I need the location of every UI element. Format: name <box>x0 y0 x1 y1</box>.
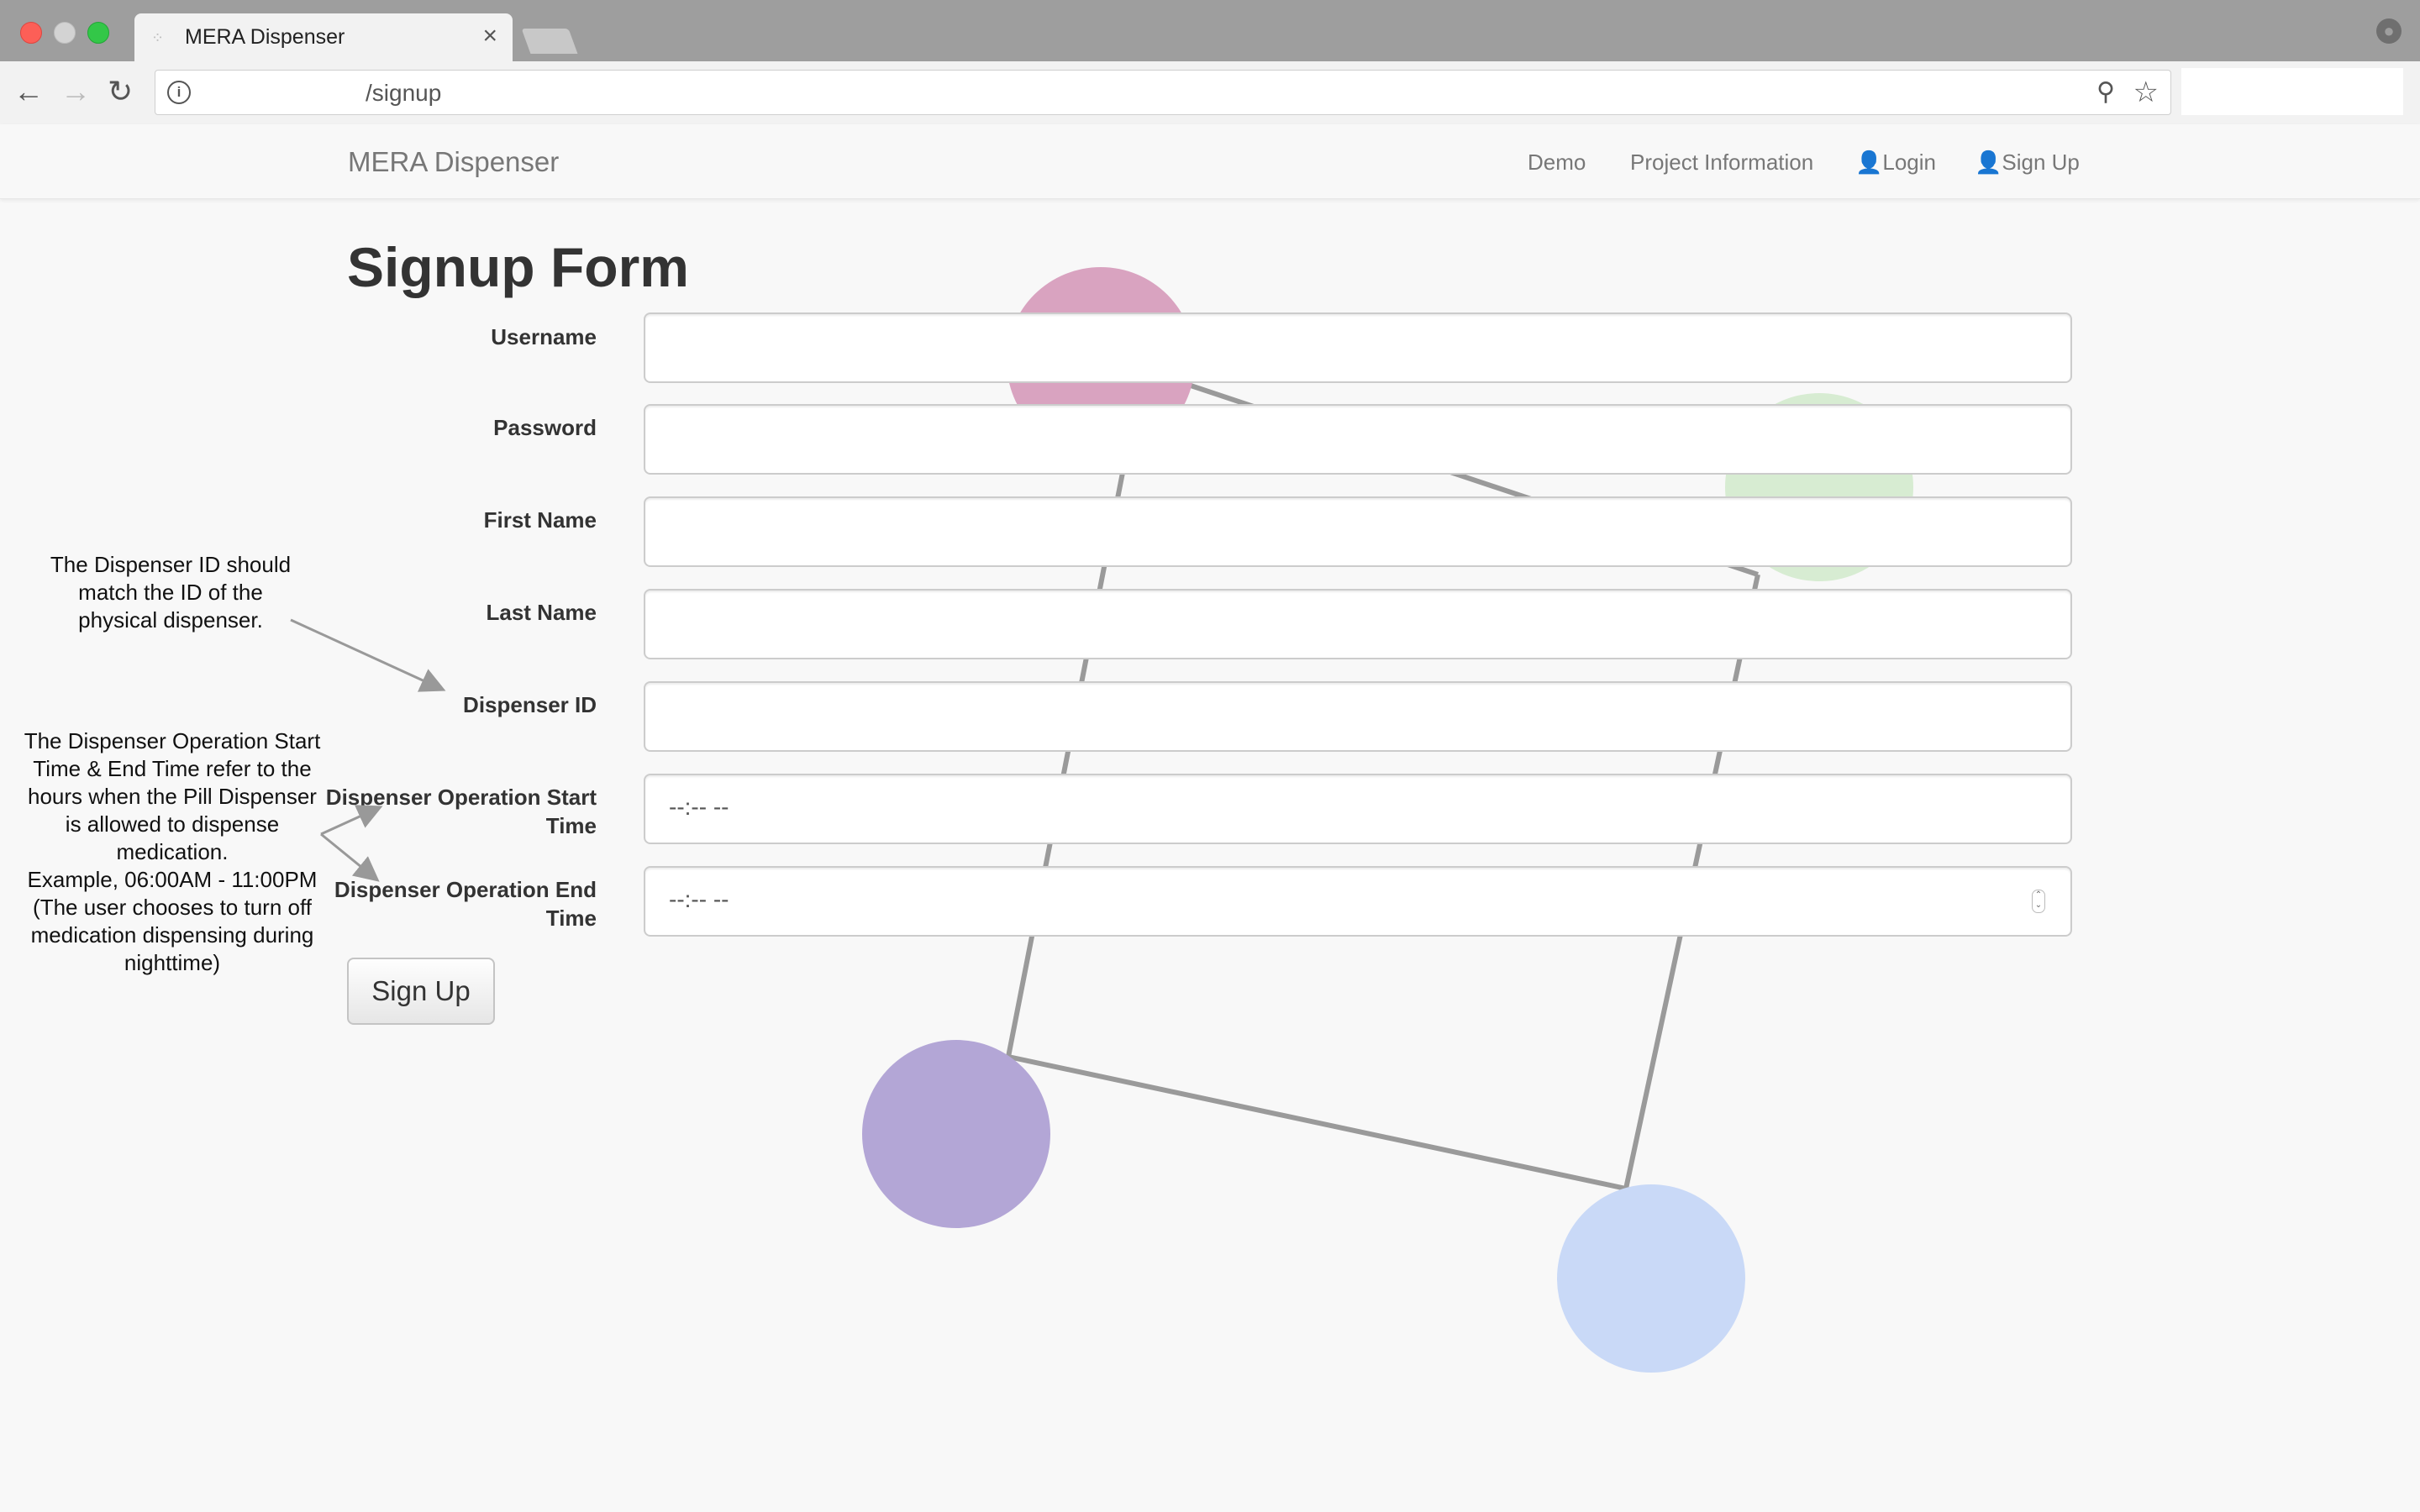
operation-time-annotation: The Dispenser Operation Start Time & End… <box>24 728 321 975</box>
new-tab-button[interactable] <box>521 29 578 54</box>
user-icon: 👤 <box>1855 150 1883 175</box>
start-time-input[interactable]: --:-- -- <box>644 774 2072 844</box>
password-label: Password <box>493 415 597 440</box>
end-time-value: --:-- -- <box>669 886 729 912</box>
extension-area <box>2181 68 2403 115</box>
nav-link-login-label: Login <box>1882 150 1936 175</box>
dispenser-id-label: Dispenser ID <box>463 692 597 717</box>
last-name-input[interactable] <box>644 589 2072 659</box>
close-window-button[interactable] <box>20 22 42 44</box>
tab-title: MERA Dispenser <box>185 25 345 49</box>
start-time-value: --:-- -- <box>669 794 729 820</box>
first-name-label: First Name <box>483 507 597 533</box>
browser-titlebar: ⁘ MERA Dispenser × ● <box>0 0 2420 61</box>
bookmark-star-icon[interactable]: ☆ <box>2133 76 2159 109</box>
reload-icon[interactable]: ↻ <box>108 75 133 108</box>
last-name-label: Last Name <box>486 600 597 625</box>
forward-arrow-icon[interactable]: → <box>60 75 91 108</box>
end-time-input[interactable]: --:-- -- ⌃ ⌄ <box>644 866 2072 937</box>
address-bar[interactable]: i /signup ⚲ ☆ <box>155 70 2171 115</box>
password-input[interactable] <box>644 404 2072 475</box>
url-text[interactable]: /signup <box>366 80 441 107</box>
nav-link-demo[interactable]: Demo <box>1528 150 1586 176</box>
browser-toolbar: ← → ↻ i /signup ⚲ ☆ <box>0 61 2420 125</box>
profile-icon[interactable]: ● <box>2376 18 2402 44</box>
username-input[interactable] <box>644 312 2072 383</box>
info-icon[interactable]: i <box>167 81 191 104</box>
browser-tab[interactable]: ⁘ MERA Dispenser × <box>134 13 513 61</box>
user-icon: 👤 <box>1975 150 2002 175</box>
time-spinner-icon[interactable]: ⌃ ⌄ <box>2032 890 2045 913</box>
signup-button[interactable]: Sign Up <box>347 958 495 1025</box>
back-arrow-icon[interactable]: ← <box>13 75 44 108</box>
brand-link[interactable]: MERA Dispenser <box>348 146 559 178</box>
dispenser-id-annotation: The Dispenser ID should match the ID of … <box>50 552 292 633</box>
nav-link-signup[interactable]: 👤Sign Up <box>1975 150 2080 176</box>
maximize-window-button[interactable] <box>87 22 109 44</box>
dispenser-id-input[interactable] <box>644 681 2072 752</box>
page-title: Signup Form <box>347 236 689 298</box>
background-diagram <box>862 267 1913 1373</box>
diagram-node-purple <box>862 1040 1050 1228</box>
favicon-icon: ⁘ <box>151 29 165 46</box>
diagram-edge <box>1007 1054 1627 1191</box>
minimize-window-button[interactable] <box>54 22 76 44</box>
nav-link-login[interactable]: 👤Login <box>1855 150 1936 176</box>
nav-link-signup-label: Sign Up <box>2002 150 2080 175</box>
close-tab-icon[interactable]: × <box>482 22 497 50</box>
username-label: Username <box>491 324 597 349</box>
diagram-node-blue <box>1557 1184 1745 1373</box>
site-navbar: MERA Dispenser Demo Project Information … <box>0 124 2420 199</box>
nav-link-project-information[interactable]: Project Information <box>1630 150 1813 176</box>
first-name-input[interactable] <box>644 496 2072 567</box>
zoom-icon[interactable]: ⚲ <box>2096 77 2115 107</box>
